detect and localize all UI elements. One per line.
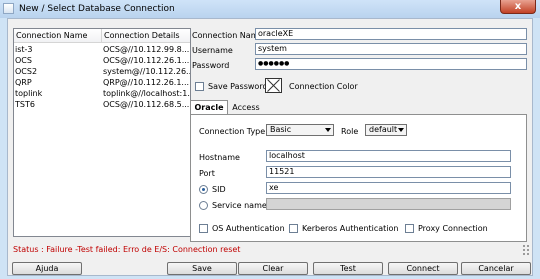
connection-color-swatch[interactable]: [265, 78, 282, 93]
table-row[interactable]: ist-3 OCS@//10.112.99.8...: [14, 45, 190, 55]
role-label: Role: [341, 127, 359, 136]
connection-name-cell: OCS2: [15, 67, 38, 76]
table-row[interactable]: OCS OCS@//10.112.26.1...: [14, 56, 190, 66]
username-label: Username: [192, 46, 233, 55]
connection-type-label: Connection Type: [199, 127, 266, 136]
proxy-connection-label: Proxy Connection: [418, 224, 488, 233]
os-authentication-checkbox[interactable]: [199, 224, 208, 233]
help-button[interactable]: Ajuda: [12, 262, 82, 275]
connection-details-cell: QRP@//10.112.26.1...: [103, 78, 190, 87]
password-label: Password: [192, 61, 230, 70]
resize-grip-icon[interactable]: [523, 245, 529, 255]
connection-details-cell: OCS@//10.112.99.8...: [103, 45, 190, 54]
tab-access[interactable]: Access: [229, 101, 263, 115]
save-password-checkbox[interactable]: [195, 82, 204, 91]
sid-input[interactable]: xe: [266, 182, 511, 194]
service-name-radio[interactable]: [199, 201, 208, 210]
connection-type-select[interactable]: Basic: [266, 124, 334, 136]
status-message: Status : Failure -Test failed: Erro de E…: [13, 245, 241, 254]
hostname-label: Hostname: [199, 153, 240, 162]
table-row[interactable]: toplink toplink@//localhost:1...: [14, 89, 191, 99]
tab-oracle[interactable]: Oracle: [190, 100, 228, 114]
port-input[interactable]: 11521: [266, 166, 511, 178]
connection-name-cell: OCS: [15, 56, 32, 65]
connection-type-value: Basic: [270, 125, 292, 134]
hostname-input[interactable]: localhost: [266, 150, 511, 162]
connect-button[interactable]: Connect: [388, 262, 458, 275]
test-button[interactable]: Test: [313, 262, 383, 275]
role-select[interactable]: default: [365, 124, 407, 136]
connection-name-cell: ist-3: [15, 45, 33, 54]
service-name-label: Service name: [212, 201, 267, 210]
sid-radio[interactable]: [199, 185, 208, 194]
service-name-input[interactable]: [266, 198, 511, 210]
table-row[interactable]: OCS2 system@//10.112.26...: [14, 67, 191, 77]
chevron-down-icon: [325, 128, 331, 132]
connection-name-cell: QRP: [15, 78, 32, 87]
connection-name-cell: TST6: [15, 100, 35, 109]
proxy-connection-checkbox[interactable]: [405, 224, 414, 233]
chevron-down-icon: [398, 128, 404, 132]
dialog-body: Connection Name Connection Details ist-3…: [7, 18, 533, 276]
connection-name-input[interactable]: oracleXE: [255, 28, 527, 40]
app-icon: [3, 3, 14, 14]
connection-name-cell: toplink: [15, 89, 43, 98]
password-input[interactable]: ●●●●●●: [255, 58, 527, 70]
sid-label: SID: [212, 185, 226, 194]
username-input[interactable]: system: [255, 43, 527, 55]
save-password-label: Save Password: [208, 82, 268, 91]
table-row[interactable]: QRP QRP@//10.112.26.1...: [14, 78, 190, 88]
connection-details-cell: system@//10.112.26...: [103, 67, 191, 76]
connections-table[interactable]: Connection Name Connection Details ist-3…: [13, 28, 191, 237]
cancel-button[interactable]: Cancelar: [461, 262, 531, 275]
connection-details-cell: OCS@//10.112.68.5...: [103, 100, 190, 109]
column-header-connection-details[interactable]: Connection Details: [102, 29, 190, 43]
table-row[interactable]: TST6 OCS@//10.112.68.5...: [14, 100, 190, 110]
connection-name-label: Connection Name: [192, 31, 264, 40]
save-button[interactable]: Save: [167, 262, 237, 275]
clear-button[interactable]: Clear: [238, 262, 308, 275]
kerberos-authentication-label: Kerberos Authentication: [302, 224, 399, 233]
oracle-tab-panel: Connection Type Basic Role default Hostn…: [190, 114, 527, 242]
window-title: New / Select Database Connection: [19, 4, 175, 14]
close-button[interactable]: x: [500, 0, 536, 14]
kerberos-authentication-checkbox[interactable]: [289, 224, 298, 233]
dialog-window: New / Select Database Connection x Conne…: [0, 0, 540, 279]
role-value: default: [369, 125, 398, 134]
column-header-connection-name[interactable]: Connection Name: [14, 29, 102, 43]
connection-color-label: Connection Color: [289, 82, 358, 91]
port-label: Port: [199, 169, 215, 178]
connection-details-cell: OCS@//10.112.26.1...: [103, 56, 190, 65]
os-authentication-label: OS Authentication: [212, 224, 285, 233]
connection-details-cell: toplink@//localhost:1...: [103, 89, 191, 98]
title-bar[interactable]: New / Select Database Connection x: [0, 0, 540, 18]
